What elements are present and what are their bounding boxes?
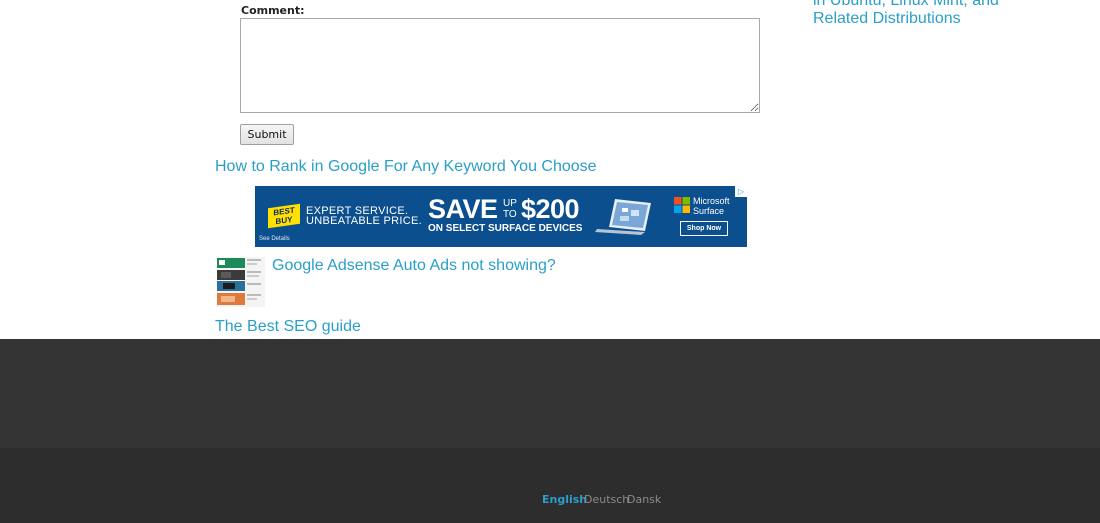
thumbnail-image-icon [217, 257, 265, 307]
ad-see-details[interactable]: See Details [259, 236, 290, 242]
adchoices-icon[interactable]: ▷ [735, 186, 747, 197]
ad-partner: Microsoft Surface [693, 196, 730, 216]
laptop-icon [595, 199, 651, 235]
related-post-link-seo-guide[interactable]: The Best SEO guide [215, 318, 361, 336]
comment-textarea[interactable] [240, 18, 760, 113]
ad-banner[interactable]: BEST BUY EXPERT SERVICE. UNBEATABLE PRIC… [255, 186, 747, 247]
language-link-deutsch[interactable]: Deutsch [584, 493, 629, 506]
related-post-link-rank-google[interactable]: How to Rank in Google For Any Keyword Yo… [215, 158, 597, 176]
footer-top [0, 339, 1100, 448]
footer-bottom [0, 448, 1100, 523]
ad-headline-amount: $200 [521, 194, 580, 224]
bestbuy-logo: BEST BUY [268, 203, 300, 229]
post-thumbnail[interactable] [217, 257, 265, 307]
ad-headline-upto: UP TO [503, 198, 517, 220]
microsoft-logo-icon [674, 197, 690, 213]
sidebar-related-link[interactable]: in Ubuntu, Linux Mint, and Related Distr… [813, 0, 1003, 28]
page: in Ubuntu, Linux Mint, and Related Distr… [0, 0, 1100, 523]
language-link-english[interactable]: English [542, 493, 587, 506]
ad-tagline-2: UNBEATABLE PRICE. [306, 215, 422, 227]
ad-headline-save: SAVE [428, 194, 498, 224]
ad-subline: ON SELECT SURFACE DEVICES [428, 223, 583, 234]
ad-shop-now-button[interactable]: Shop Now [680, 221, 728, 236]
submit-button[interactable]: Submit [240, 124, 294, 145]
comment-label: Comment: [241, 4, 305, 17]
language-link-dansk[interactable]: Dansk [627, 493, 661, 506]
related-post-link-adsense[interactable]: Google Adsense Auto Ads not showing? [272, 257, 556, 275]
